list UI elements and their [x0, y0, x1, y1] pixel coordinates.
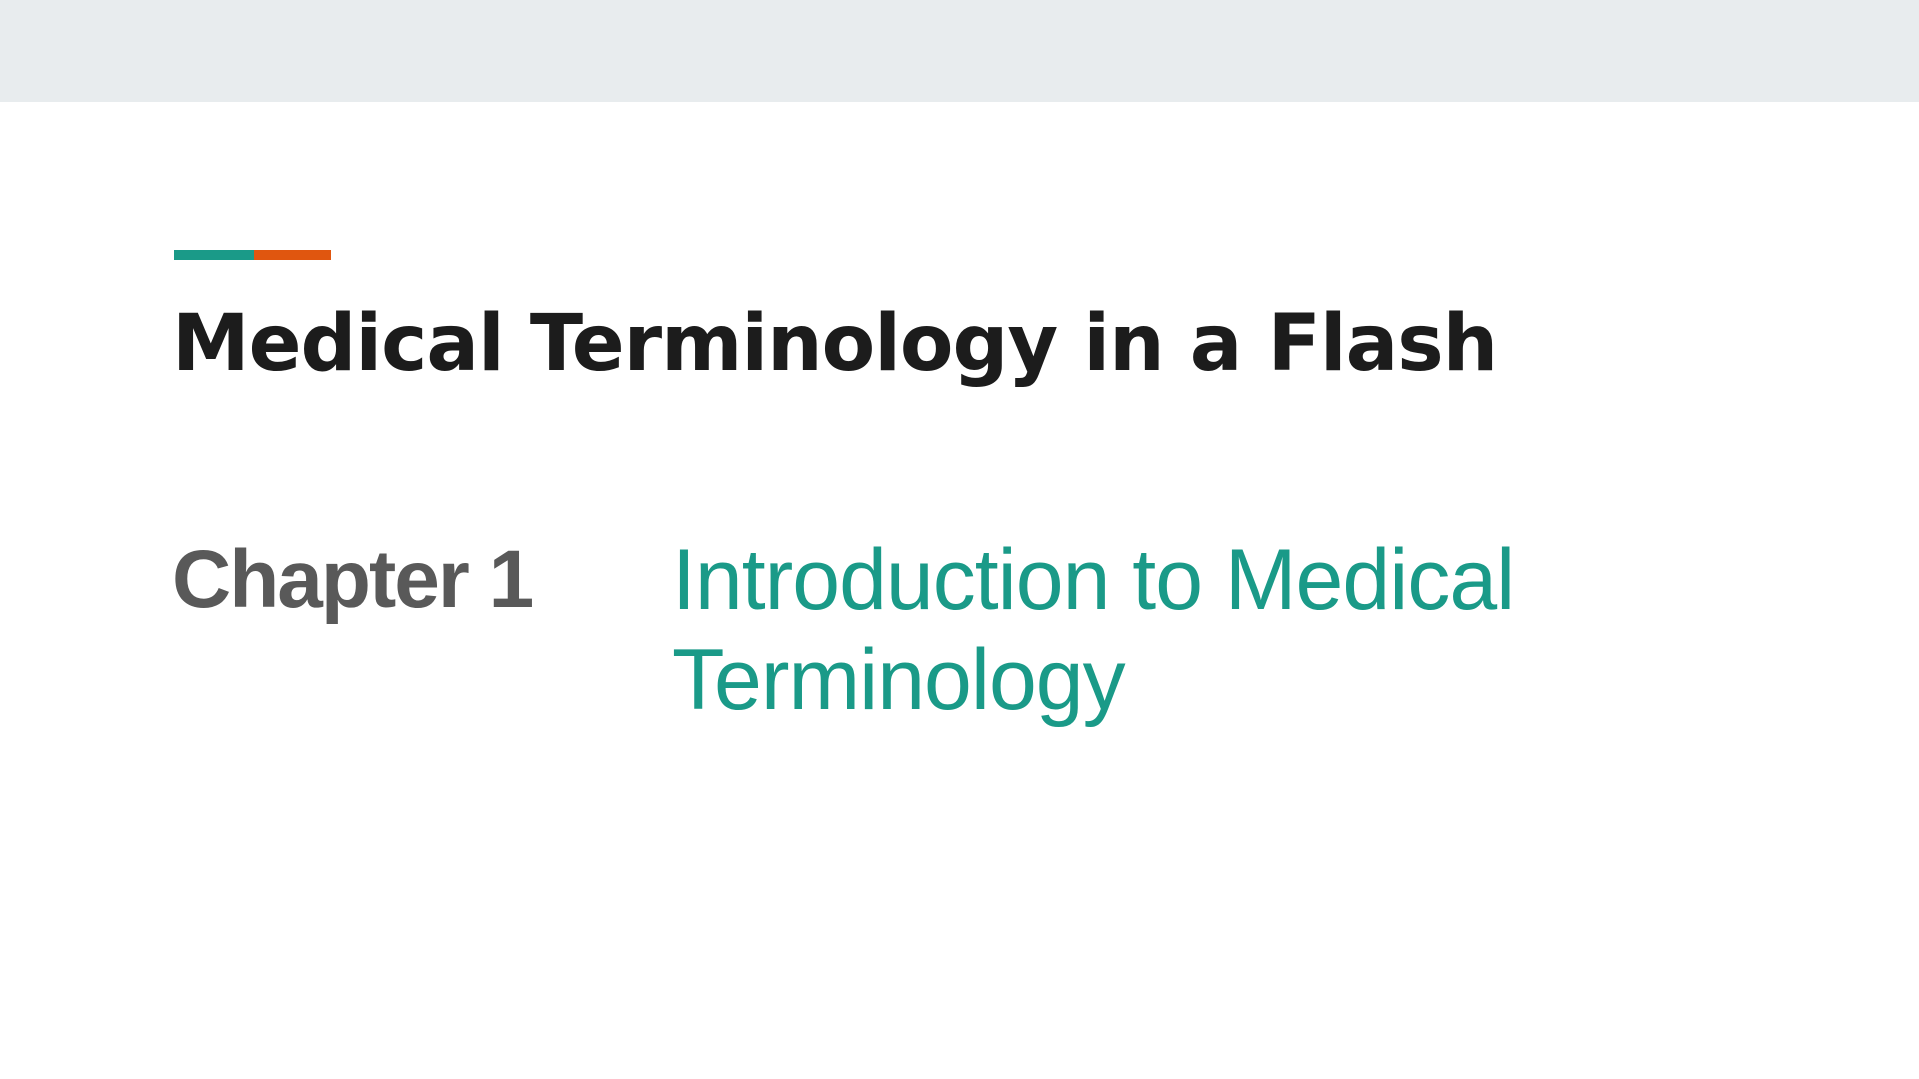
top-band — [0, 0, 1919, 102]
accent-bar — [174, 250, 331, 260]
slide-title: Medical Terminology in a Flash — [172, 299, 1498, 389]
slide: Medical Terminology in a Flash Chapter 1… — [0, 102, 1919, 1079]
accent-bar-teal — [174, 250, 254, 260]
chapter-subtitle: Introduction to Medical Terminology — [672, 532, 1515, 728]
accent-bar-orange — [254, 250, 331, 260]
chapter-label: Chapter 1 — [172, 534, 534, 625]
